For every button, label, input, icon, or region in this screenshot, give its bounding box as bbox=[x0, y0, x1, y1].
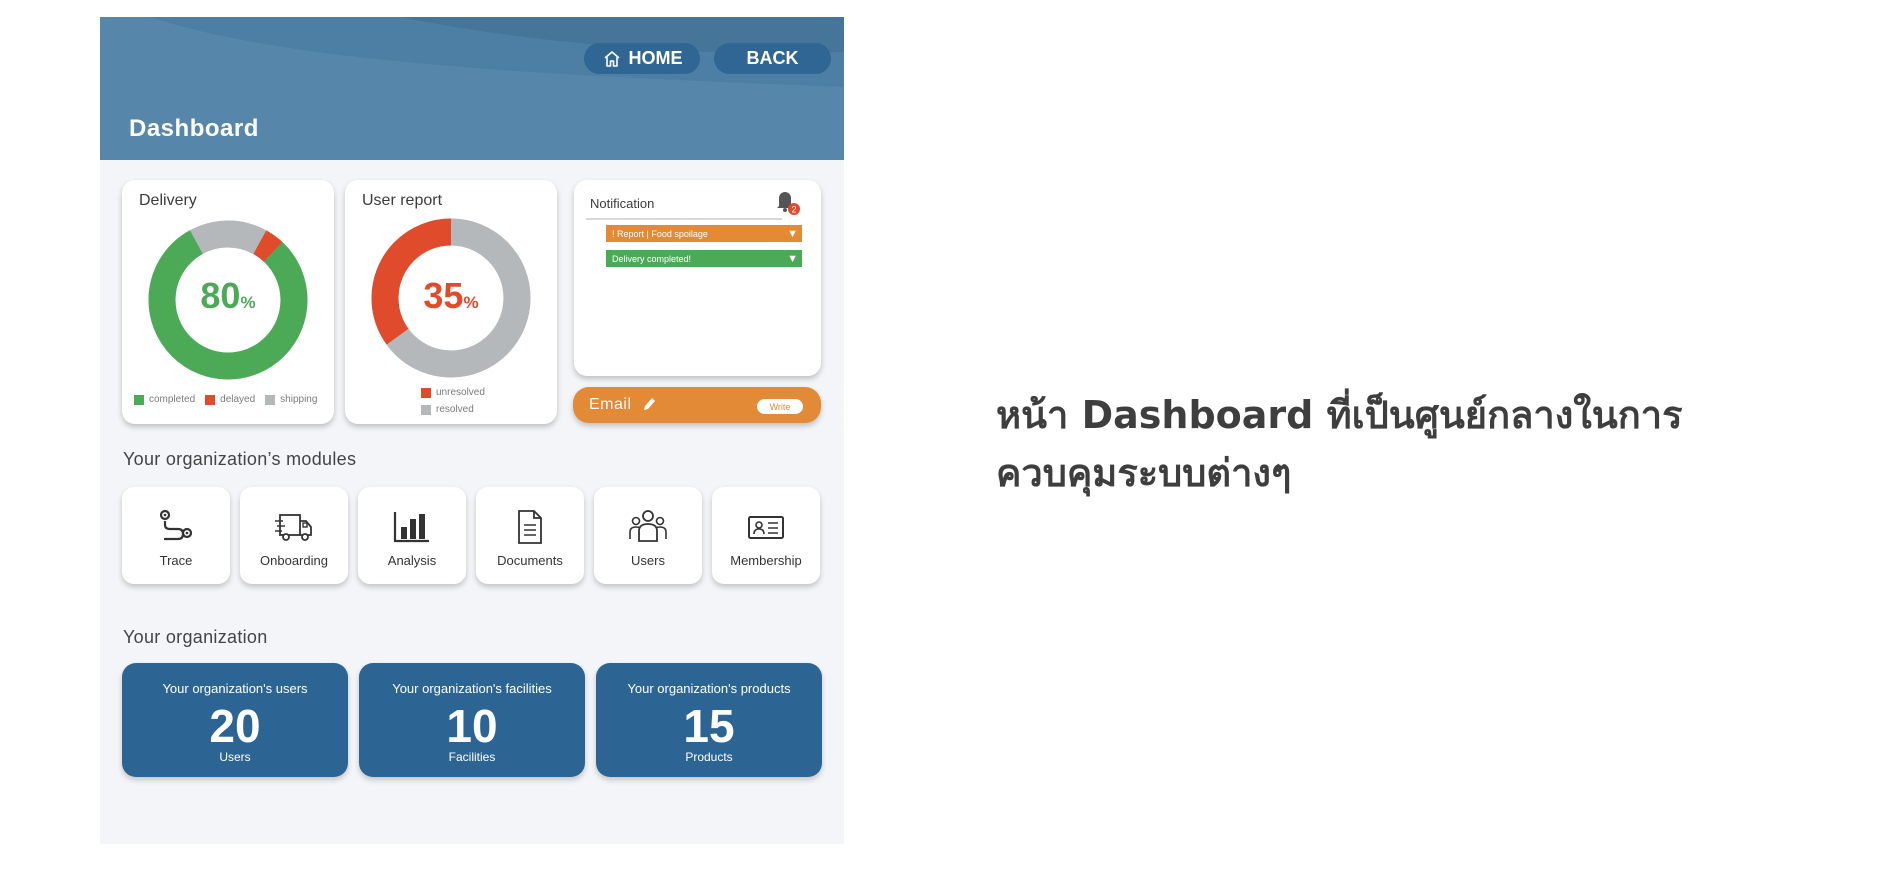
user-report-legend: unresolved resolved bbox=[421, 387, 495, 415]
legend-item: completed bbox=[134, 394, 195, 405]
delivery-value: 80 bbox=[200, 275, 241, 316]
route-icon bbox=[159, 509, 193, 541]
delivery-unit: % bbox=[240, 293, 256, 312]
user-report-card[interactable]: User report 35% unresolved resolved bbox=[345, 180, 557, 424]
expand-icon[interactable]: ▼ bbox=[787, 228, 798, 240]
legend-label: completed bbox=[149, 394, 196, 405]
dashboard-app: HOME BACK Dashboard Delivery 80% complet… bbox=[100, 17, 844, 844]
expand-icon[interactable]: ▼ bbox=[787, 253, 798, 265]
stat-unit: Facilities bbox=[448, 750, 496, 764]
legend-item: resolved bbox=[421, 404, 474, 415]
legend-item: unresolved bbox=[421, 387, 485, 398]
id-card-icon bbox=[748, 516, 784, 539]
organization-title: Your organization bbox=[123, 627, 268, 647]
delivery-legend: completed delayed shipping bbox=[134, 394, 327, 405]
stat-value: 20 bbox=[209, 700, 261, 752]
delivery-percent: 80% bbox=[146, 275, 310, 317]
description-caption: หน้า Dashboard ที่เป็นศูนย์กลางในการ ควบ… bbox=[996, 386, 1756, 502]
email-label: Email bbox=[589, 396, 632, 413]
notification-card: Notification 2 ! Report | Food spoilage … bbox=[574, 180, 821, 376]
home-icon bbox=[603, 50, 620, 67]
stat-title: Your organization's users bbox=[162, 681, 308, 696]
module-label: Users bbox=[631, 553, 665, 568]
stat-value: 10 bbox=[446, 700, 498, 752]
stat-unit: Users bbox=[219, 750, 251, 764]
home-label: HOME bbox=[628, 48, 683, 68]
legend-label: resolved bbox=[436, 404, 474, 415]
document-icon bbox=[518, 510, 542, 544]
legend-label: shipping bbox=[280, 394, 318, 405]
legend-label: unresolved bbox=[436, 387, 485, 398]
notification-text: ! Report | Food spoilage bbox=[612, 228, 708, 239]
module-label: Documents bbox=[497, 553, 563, 568]
back-button[interactable]: BACK bbox=[714, 43, 831, 74]
notification-item[interactable]: ! Report | Food spoilage ▼ bbox=[606, 225, 802, 242]
module-label: Membership bbox=[730, 553, 802, 568]
caption-line-2: ควบคุมระบบต่างๆ bbox=[996, 451, 1292, 495]
legend-item: shipping bbox=[265, 394, 317, 405]
user-report-percent: 35% bbox=[369, 275, 533, 317]
stat-products[interactable]: Your organization's products 15 Products bbox=[596, 663, 822, 777]
module-label: Onboarding bbox=[260, 553, 328, 568]
notification-title: Notification bbox=[590, 196, 655, 211]
module-onboarding[interactable]: Onboarding bbox=[240, 487, 348, 584]
bar-chart-icon bbox=[393, 512, 429, 543]
email-bar[interactable]: Email Write bbox=[573, 387, 821, 423]
stat-title: Your organization's facilities bbox=[392, 681, 552, 696]
page-title: Dashboard bbox=[129, 115, 259, 142]
notification-text: Delivery completed! bbox=[612, 253, 692, 264]
back-label: BACK bbox=[746, 48, 799, 68]
delivery-title: Delivery bbox=[139, 192, 197, 209]
header: HOME BACK Dashboard bbox=[100, 17, 844, 160]
modules-title: Your organization’s modules bbox=[123, 449, 357, 469]
legend-label: delayed bbox=[220, 394, 256, 405]
pencil-icon bbox=[644, 398, 655, 410]
module-documents[interactable]: Documents bbox=[476, 487, 584, 584]
legend-item: delayed bbox=[205, 394, 255, 405]
module-analysis[interactable]: Analysis bbox=[358, 487, 466, 584]
module-label: Analysis bbox=[387, 553, 437, 568]
home-button[interactable]: HOME bbox=[584, 43, 700, 74]
stat-value: 15 bbox=[683, 700, 735, 752]
delivery-card[interactable]: Delivery 80% completed delayed shipping bbox=[122, 180, 334, 424]
truck-icon bbox=[275, 514, 312, 541]
user-report-value: 35 bbox=[423, 275, 464, 316]
stat-title: Your organization's products bbox=[627, 681, 791, 696]
user-report-title: User report bbox=[362, 192, 443, 209]
module-users[interactable]: Users bbox=[594, 487, 702, 584]
notification-badge: 2 bbox=[791, 205, 796, 215]
users-icon bbox=[629, 510, 667, 542]
notification-divider bbox=[586, 218, 782, 220]
caption-line-1: หน้า Dashboard ที่เป็นศูนย์กลางในการ bbox=[996, 393, 1683, 437]
notification-item[interactable]: Delivery completed! ▼ bbox=[606, 250, 802, 267]
module-trace[interactable]: Trace bbox=[122, 487, 230, 584]
bell-icon[interactable]: 2 bbox=[766, 185, 800, 219]
module-label: Trace bbox=[159, 553, 193, 568]
user-report-unit: % bbox=[463, 293, 479, 312]
stat-facilities[interactable]: Your organization's facilities 10 Facili… bbox=[359, 663, 585, 777]
stat-unit: Products bbox=[685, 750, 733, 764]
stat-users[interactable]: Your organization's users 20 Users bbox=[122, 663, 348, 777]
write-button[interactable]: Write bbox=[757, 399, 803, 414]
module-membership[interactable]: Membership bbox=[712, 487, 820, 584]
